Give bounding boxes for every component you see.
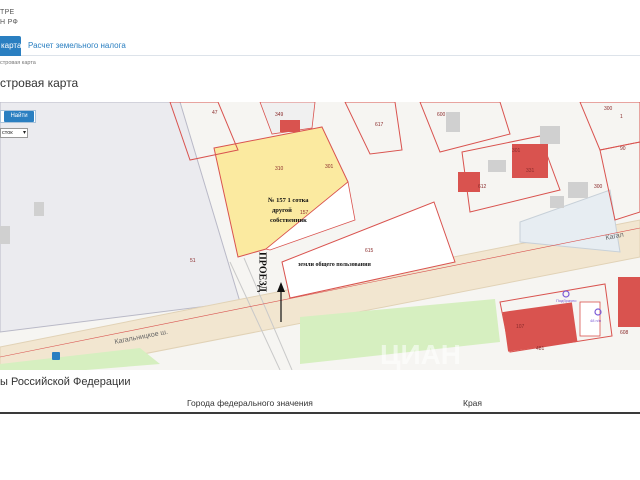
logo[interactable]: ТРЕ Н РФ [0, 8, 18, 28]
watermark: ЦИАН [380, 339, 461, 370]
parcel-number: 310 [275, 166, 284, 172]
plot-annotation-line1: № 157 1 сотка [268, 197, 309, 204]
logo-line-2: Н РФ [0, 19, 19, 26]
building [458, 172, 480, 192]
parcel-number: 301 [325, 164, 334, 170]
building [280, 120, 300, 132]
poi-label: 48 п/п [590, 318, 601, 323]
tab-map[interactable]: карта [0, 36, 21, 56]
parcel-number: 301 [512, 148, 521, 154]
logo-line-1: ТРЕ [0, 9, 15, 16]
parcel-number: 300 [604, 106, 613, 112]
divider [0, 412, 640, 414]
parcel-number: 157 [300, 210, 309, 216]
parcel-number: 47 [212, 110, 218, 116]
find-button[interactable]: Найти [4, 111, 34, 122]
bus-stop-icon [52, 352, 60, 360]
cadastral-map[interactable]: 47 349 310 301 617 600 300 1 51 615 612 … [0, 102, 640, 370]
column-federal-cities: Города федерального значения [187, 398, 313, 408]
federation-title: ы Российской Федерации [0, 376, 131, 388]
parcel-number: 349 [275, 112, 284, 118]
parcel-number: 90 [620, 146, 626, 152]
poi-label: Подбрачно [556, 298, 577, 303]
layer-select[interactable]: сток [0, 128, 28, 138]
tab-bar: карта Расчет земельного налога [0, 34, 640, 56]
plot-annotation-line2: другой [272, 207, 292, 214]
parcel-number: 608 [620, 330, 629, 336]
building [618, 277, 640, 327]
breadcrumb[interactable]: стровая карта [0, 60, 36, 66]
parcel-number: 612 [478, 184, 487, 190]
column-krai: Края [463, 398, 483, 408]
parcel-number: 331 [526, 168, 535, 174]
passage-label: ПРОЕЗД [257, 252, 268, 292]
plot-annotation-line3: собственник [270, 217, 307, 224]
parcel-number: 615 [365, 248, 374, 254]
tab-land-tax[interactable]: Расчет земельного налога [28, 36, 126, 56]
parcel-number: 1 [620, 114, 623, 120]
parcel-number: 300 [594, 184, 603, 190]
page-title: стровая карта [0, 76, 79, 90]
parcel-number: 107 [516, 324, 525, 330]
parcel-number: 600 [437, 112, 446, 118]
parcel-number: 617 [375, 122, 384, 128]
common-land-label: земли общего пользования [298, 261, 372, 268]
parcel-number: 481 [536, 346, 545, 352]
map-canvas[interactable]: 47 349 310 301 617 600 300 1 51 615 612 … [0, 102, 640, 370]
parcel-number: 51 [190, 258, 196, 264]
